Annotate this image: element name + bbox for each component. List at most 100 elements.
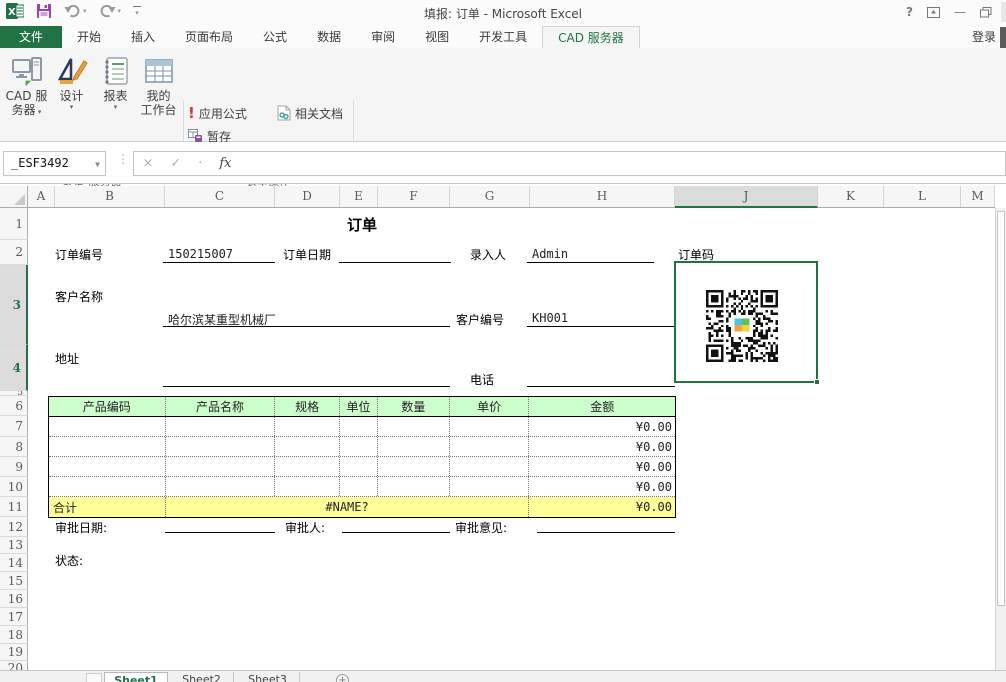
tab-view[interactable]: 视图 xyxy=(410,26,464,48)
apply-formula-button[interactable]: ! 应用公式 xyxy=(188,103,247,123)
column-header-e[interactable]: E xyxy=(340,186,378,207)
phone-field[interactable] xyxy=(527,371,675,387)
sign-in-link[interactable]: 登录 xyxy=(972,26,996,48)
column-headers: A B C D E F G H J K L M xyxy=(0,186,995,208)
row-header-3[interactable]: 3 xyxy=(0,265,28,345)
row-header-7[interactable]: 7 xyxy=(0,416,28,437)
amount-cell[interactable]: ¥0.00 xyxy=(529,437,675,456)
column-header-m[interactable]: M xyxy=(961,186,995,207)
column-header-f[interactable]: F xyxy=(378,186,450,207)
sheet-nav-buttons[interactable] xyxy=(86,673,102,682)
entry-person-field[interactable]: Admin xyxy=(527,247,654,263)
tab-insert[interactable]: 插入 xyxy=(116,26,170,48)
report-button[interactable]: 报表 ▾ xyxy=(94,53,137,135)
approver-field[interactable] xyxy=(342,517,450,533)
order-date-field[interactable] xyxy=(339,247,451,263)
customer-name-field[interactable]: 哈尔滨某重型机械厂 xyxy=(163,311,450,327)
cad-server-button[interactable]: CAD 服 务器 ▾ xyxy=(5,53,48,135)
tab-home[interactable]: 开始 xyxy=(62,26,116,48)
vertical-scrollbar-thumb[interactable] xyxy=(997,211,1005,606)
tab-file[interactable]: 文件 xyxy=(0,26,62,48)
total-row[interactable]: 合计 #NAME? ¥0.00 xyxy=(49,497,675,517)
amount-cell[interactable]: ¥0.00 xyxy=(529,477,675,496)
column-header-j[interactable]: J xyxy=(675,186,818,208)
header-product-code: 产品编码 xyxy=(49,397,166,416)
table-row[interactable]: ¥0.00 xyxy=(49,437,675,457)
tab-page-layout[interactable]: 页面布局 xyxy=(170,26,248,48)
row-header-12[interactable]: 12 xyxy=(0,517,28,537)
customer-no-field[interactable]: KH001 xyxy=(527,311,675,327)
confirm-entry-button[interactable]: ✓ xyxy=(170,156,181,171)
row-header-11[interactable]: 11 xyxy=(0,497,28,517)
column-header-a[interactable]: A xyxy=(28,186,55,207)
tab-review[interactable]: 审阅 xyxy=(356,26,410,48)
column-header-c[interactable]: C xyxy=(165,186,275,207)
avatar[interactable] xyxy=(1000,27,1006,48)
approver-label: 审批人: xyxy=(285,519,325,536)
my-workbench-button[interactable]: 我的 工作台 xyxy=(137,53,180,135)
row-header-9[interactable]: 9 xyxy=(0,457,28,477)
report-button-label: 报表 xyxy=(103,89,127,103)
row-header-15[interactable]: 15 xyxy=(0,572,28,590)
column-header-d[interactable]: D xyxy=(275,186,340,207)
ribbon-display-options-button[interactable] xyxy=(927,7,940,18)
address-field[interactable] xyxy=(163,371,450,387)
formula-input[interactable] xyxy=(240,151,1006,176)
header-amount: 金额 xyxy=(529,397,675,416)
help-button[interactable]: ? xyxy=(906,5,913,19)
design-dropdown-icon: ▾ xyxy=(50,103,93,111)
row-header-10[interactable]: 10 xyxy=(0,477,28,497)
select-all-corner[interactable] xyxy=(0,186,28,207)
sheet-tab-sheet3[interactable]: Sheet3 xyxy=(236,672,300,682)
design-button[interactable]: 设计 ▾ xyxy=(50,53,93,135)
column-header-l[interactable]: L xyxy=(884,186,961,207)
sheet-tab-sheet2[interactable]: Sheet2 xyxy=(170,672,234,682)
row-header-14[interactable]: 14 xyxy=(0,554,28,572)
row-header-19[interactable]: 19 xyxy=(0,644,28,661)
row-header-18[interactable]: 18 xyxy=(0,626,28,644)
order-no-field[interactable]: 150215007 xyxy=(163,247,275,263)
row-header-16[interactable]: 16 xyxy=(0,590,28,608)
header-quantity: 数量 xyxy=(378,397,450,416)
table-row[interactable]: ¥0.00 xyxy=(49,457,675,477)
phone-label: 电话 xyxy=(470,371,494,388)
amount-cell[interactable]: ¥0.00 xyxy=(529,417,675,436)
row-header-13[interactable]: 13 xyxy=(0,537,28,554)
row-header-4[interactable]: 4 xyxy=(0,345,28,391)
name-box-dropdown-icon[interactable]: ▼ xyxy=(95,152,100,177)
amount-cell[interactable]: ¥0.00 xyxy=(529,457,675,476)
column-header-b[interactable]: B xyxy=(55,186,165,207)
approval-opinion-field[interactable] xyxy=(537,517,675,533)
tab-cad-server[interactable]: CAD 服务器 xyxy=(542,26,640,48)
tab-data[interactable]: 数据 xyxy=(302,26,356,48)
row-header-1[interactable]: 1 xyxy=(0,208,28,240)
approval-date-field[interactable] xyxy=(165,517,275,533)
column-header-h[interactable]: H xyxy=(530,186,675,207)
row-header-17[interactable]: 17 xyxy=(0,608,28,626)
selected-cell-outline[interactable] xyxy=(674,261,818,383)
row-header-8[interactable]: 8 xyxy=(0,437,28,457)
column-header-g[interactable]: G xyxy=(450,186,530,207)
close-button[interactable] xyxy=(1001,2,1006,22)
fill-handle[interactable] xyxy=(814,379,820,385)
tab-developer[interactable]: 开发工具 xyxy=(464,26,542,48)
dot-separator: · xyxy=(198,156,202,171)
column-header-k[interactable]: K xyxy=(818,186,884,207)
name-box[interactable]: _ESF3492 ▼ xyxy=(3,151,106,176)
sheet-tab-sheet1[interactable]: Sheet1 xyxy=(104,672,168,682)
minimize-button[interactable]: — xyxy=(954,5,966,19)
vertical-scrollbar[interactable] xyxy=(995,208,1006,676)
table-row[interactable]: ¥0.00 xyxy=(49,477,675,497)
table-row[interactable]: ¥0.00 xyxy=(49,417,675,437)
ribbon-tab-row: 文件 开始 插入 页面布局 公式 数据 审阅 视图 开发工具 CAD 服务器 登… xyxy=(0,26,1006,48)
related-documents-button[interactable]: 相关文档 xyxy=(277,103,343,123)
tab-formulas[interactable]: 公式 xyxy=(248,26,302,48)
entry-person-label: 录入人 xyxy=(470,246,506,263)
temp-save-icon xyxy=(188,129,203,143)
restore-button[interactable] xyxy=(980,7,992,18)
add-sheet-button[interactable]: + xyxy=(336,674,349,682)
cancel-entry-button[interactable]: × xyxy=(142,156,153,171)
row-header-6[interactable]: 6 xyxy=(0,396,28,416)
insert-function-button[interactable]: fx xyxy=(219,156,231,171)
row-header-2[interactable]: 2 xyxy=(0,240,28,265)
